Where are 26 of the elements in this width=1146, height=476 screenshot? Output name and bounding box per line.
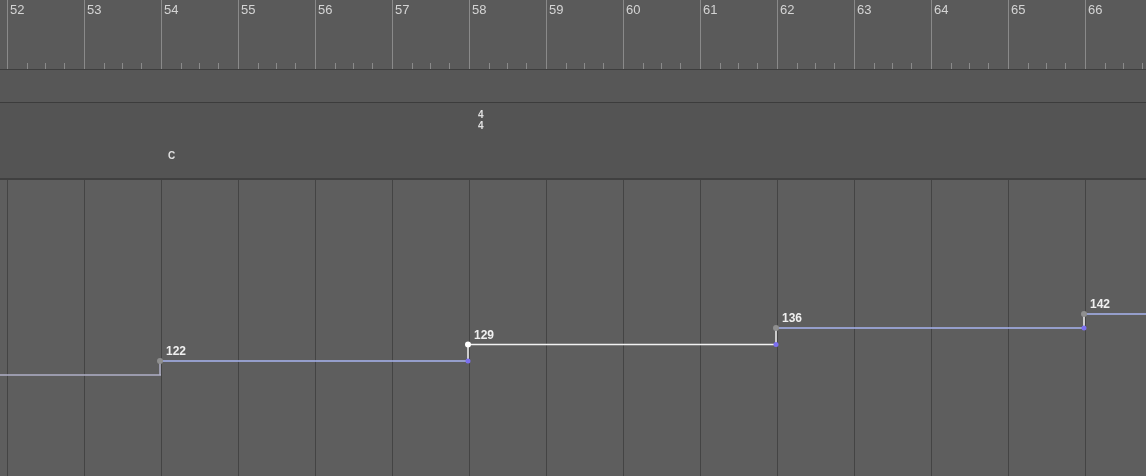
bar-number: 61: [702, 1, 718, 19]
tempo-point[interactable]: [465, 358, 471, 364]
bar-number: 52: [9, 1, 25, 19]
bar-number: 64: [933, 1, 949, 19]
tempo-value: 136: [782, 311, 803, 326]
bar-number: 59: [548, 1, 564, 19]
bar-number: 57: [394, 1, 410, 19]
tempo-value: 122: [166, 344, 187, 358]
bar-number: 66: [1087, 1, 1103, 19]
bar-number: 63: [856, 1, 872, 19]
bar-number: 65: [1010, 1, 1026, 19]
tempo-point[interactable]: [773, 325, 779, 332]
tempo-value: 142: [1090, 297, 1111, 311]
tempo-point[interactable]: [1081, 325, 1087, 331]
time-signature[interactable]: 4 4: [476, 109, 546, 131]
bar-number: 54: [163, 1, 179, 19]
key-signature[interactable]: C: [168, 148, 176, 163]
bar-number: 53: [86, 1, 102, 19]
bar-number: 60: [625, 1, 641, 19]
bar-number: 55: [240, 1, 256, 19]
bar-number: 58: [471, 1, 487, 19]
tempo-point[interactable]: [465, 341, 471, 348]
bar-number: 62: [779, 1, 795, 19]
tempo-value: 129: [474, 327, 495, 342]
bar-ruler[interactable]: 52 53 54 55 56 57 58 59 60 61 62 63 64 65 66: [0, 0, 1146, 70]
bar-number: 56: [317, 1, 333, 19]
